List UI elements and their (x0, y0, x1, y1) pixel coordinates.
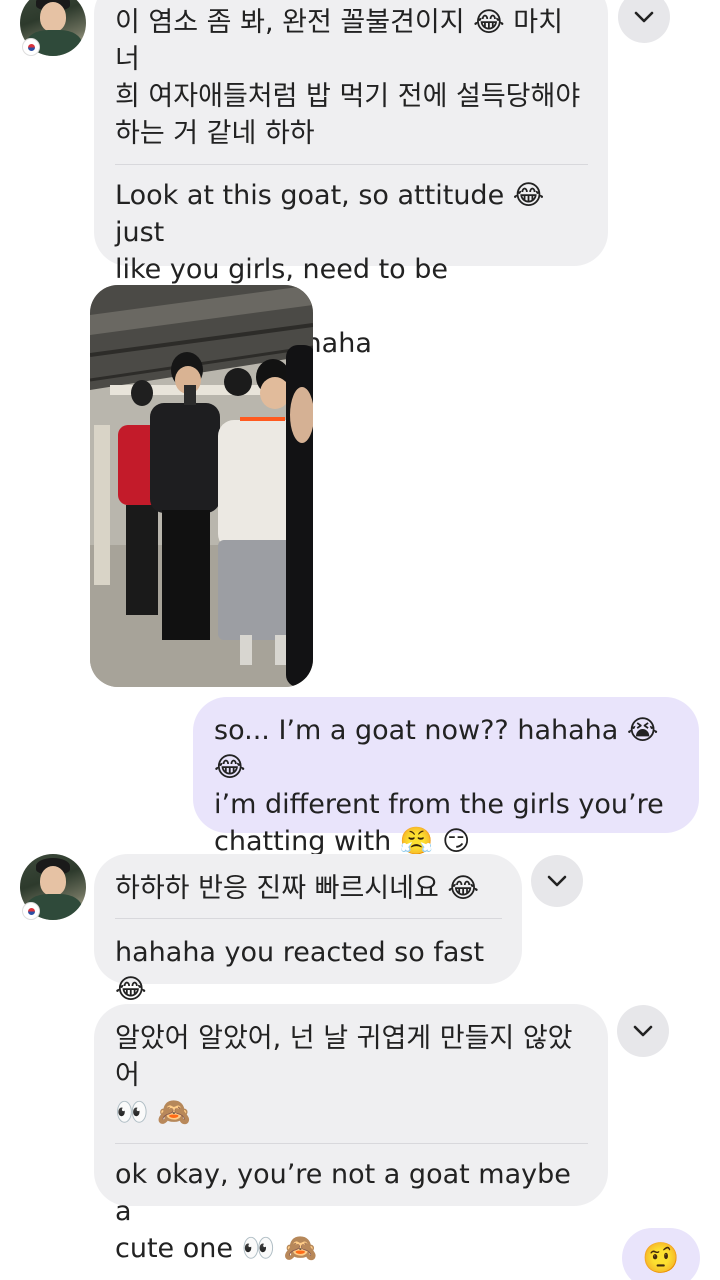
translation-menu-button[interactable] (531, 855, 583, 907)
outgoing-emoji-bubble[interactable]: 🤨 (622, 1228, 700, 1280)
translation-divider (115, 1143, 588, 1144)
translation-divider (115, 164, 588, 165)
translation-menu-button[interactable] (617, 1005, 669, 1057)
incoming-message-bubble[interactable]: 이 염소 좀 봐, 완전 꼴불견이지 😂 마치 너 희 여자애들처럼 밥 먹기 … (94, 0, 608, 359)
chevron-down-icon (547, 875, 567, 887)
chat-screen: 이 염소 좀 봐, 완전 꼴불견이지 😂 마치 너 희 여자애들처럼 밥 먹기 … (0, 0, 720, 1280)
message-translated-text: hahaha you reacted so fast 😂 (115, 937, 485, 1005)
outgoing-message-bubble[interactable]: so... I’m a goat now?? hahaha 😭 😂 i’m di… (193, 697, 699, 857)
shared-photo[interactable] (90, 285, 313, 687)
south-korea-flag-icon (22, 902, 40, 920)
south-korea-flag-icon (22, 38, 40, 56)
message-original-text: 이 염소 좀 봐, 완전 꼴불견이지 😂 마치 너 희 여자애들처럼 밥 먹기 … (115, 7, 581, 149)
photo-image (90, 285, 313, 687)
chevron-down-icon (633, 1025, 653, 1037)
incoming-message-bubble[interactable]: 하하하 반응 진짜 빠르시네요 😂 hahaha you reacted so … (94, 854, 522, 1005)
message-original-text: 하하하 반응 진짜 빠르시네요 😂 (115, 873, 479, 904)
translation-menu-button[interactable] (618, 0, 670, 43)
message-original-text: 알았어 알았어, 넌 날 귀엽게 만들지 않았어 👀 🙈 (115, 1023, 573, 1128)
incoming-message-bubble[interactable]: 알았어 알았어, 넌 날 귀엽게 만들지 않았어 👀 🙈 ok okay, yo… (94, 1004, 608, 1264)
raised-eyebrow-emoji: 🤨 (642, 1240, 680, 1276)
message-translated-text: ok okay, you’re not a goat maybe a cute … (115, 1159, 571, 1264)
chevron-down-icon (634, 11, 654, 23)
message-text: so... I’m a goat now?? hahaha 😭 😂 i’m di… (214, 715, 664, 857)
translation-divider (115, 918, 502, 919)
